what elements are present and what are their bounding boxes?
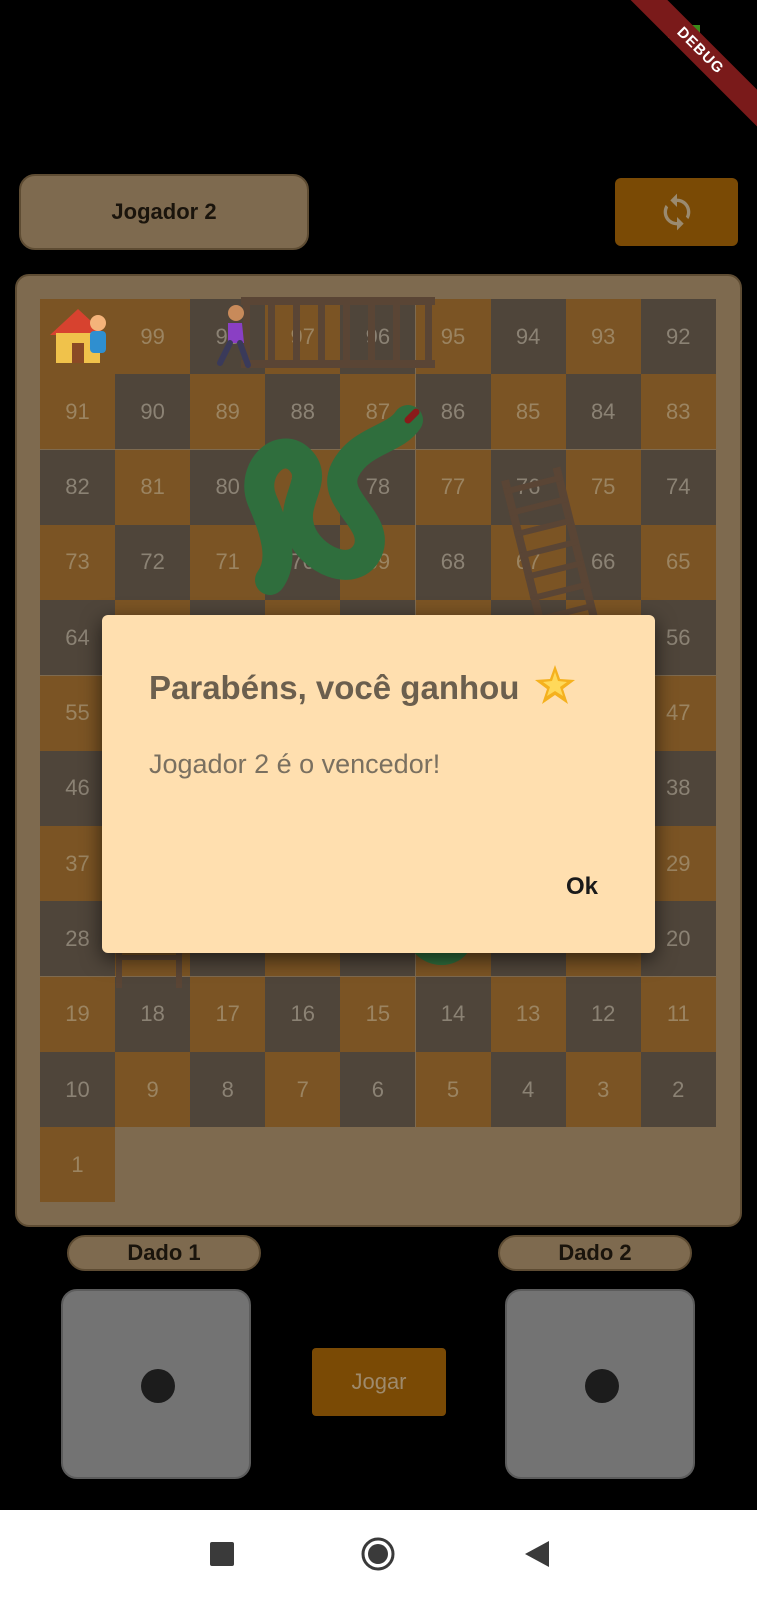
dialog-title-text: Parabéns, você ganhou xyxy=(149,669,520,706)
winner-dialog: Parabéns, você ganhou Jogador 2 é o venc… xyxy=(102,615,655,953)
navigation-bar xyxy=(0,1510,757,1600)
ladder-top xyxy=(241,297,435,368)
die1-label: Dado 1 xyxy=(67,1235,261,1271)
dialog-title: Parabéns, você ganhou xyxy=(149,663,577,707)
die2-pip xyxy=(585,1369,619,1403)
star-icon xyxy=(534,665,575,704)
ladder-right xyxy=(501,466,600,637)
dialog-message: Jogador 2 é o vencedor! xyxy=(149,749,441,779)
square-icon[interactable] xyxy=(209,1541,235,1567)
die1[interactable] xyxy=(61,1289,251,1479)
die1-pip xyxy=(141,1369,175,1403)
play-button[interactable]: Jogar xyxy=(312,1348,446,1416)
dialog-ok-button[interactable]: Ok xyxy=(542,865,622,909)
die1-label-text: Dado 1 xyxy=(127,1240,201,1265)
die2-label-text: Dado 2 xyxy=(558,1240,632,1265)
snake-body xyxy=(244,405,423,595)
house-icon xyxy=(50,309,106,363)
die2-label: Dado 2 xyxy=(498,1235,692,1271)
triangle-back-icon[interactable] xyxy=(523,1539,551,1569)
play-button-label: Jogar xyxy=(351,1369,407,1394)
die2[interactable] xyxy=(505,1289,695,1479)
running-player-icon xyxy=(217,305,251,368)
circle-icon[interactable] xyxy=(360,1536,396,1572)
